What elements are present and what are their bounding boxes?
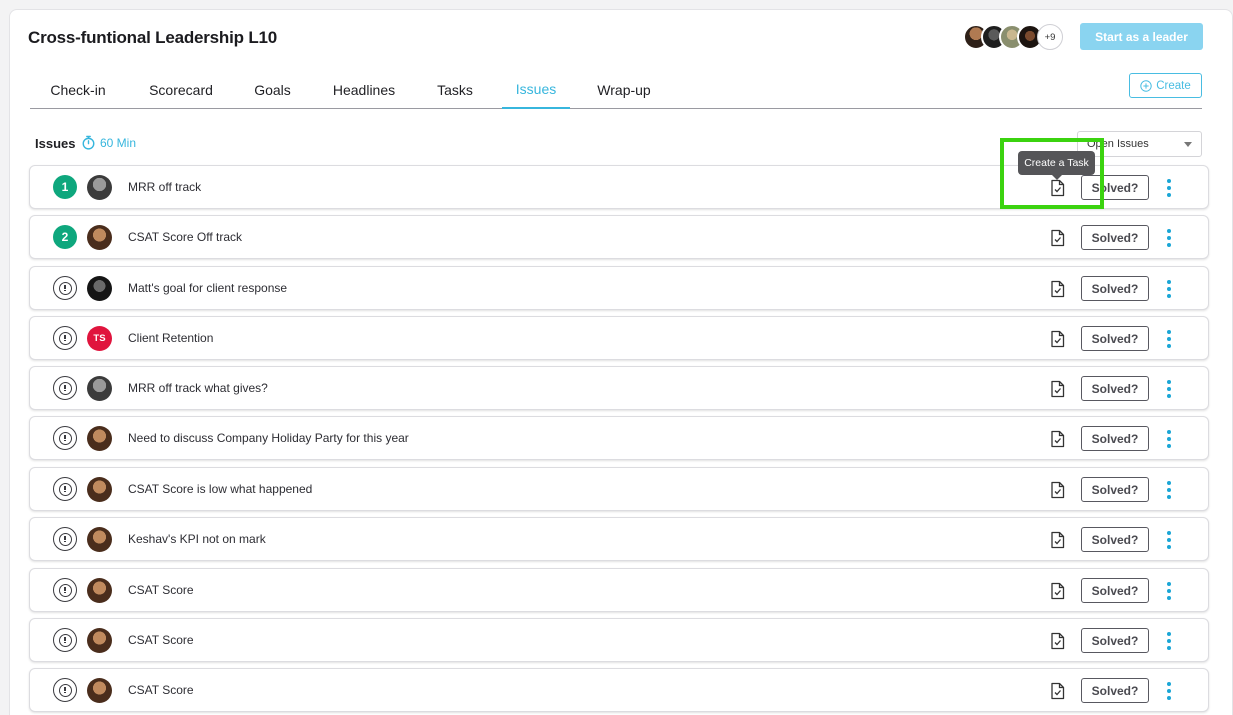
- unranked-issue-icon[interactable]: [53, 326, 77, 350]
- issue-title[interactable]: Need to discuss Company Holiday Party fo…: [128, 431, 409, 445]
- unranked-issue-icon[interactable]: [53, 678, 77, 702]
- create-task-icon[interactable]: [1049, 430, 1066, 448]
- tab-wrap-up[interactable]: Wrap-up: [591, 71, 657, 108]
- create-task-icon[interactable]: [1049, 179, 1066, 197]
- solved-button[interactable]: Solved?: [1081, 426, 1149, 451]
- issue-row[interactable]: MRR off track what gives? Solved?: [29, 366, 1209, 410]
- issue-title[interactable]: CSAT Score: [128, 633, 194, 647]
- more-options-icon[interactable]: [1164, 530, 1174, 550]
- issue-row[interactable]: CSAT Score Solved?: [29, 668, 1209, 712]
- create-task-icon[interactable]: [1049, 582, 1066, 600]
- create-task-icon[interactable]: [1049, 481, 1066, 499]
- unranked-issue-icon[interactable]: [53, 276, 77, 300]
- create-task-tooltip: Create a Task: [1018, 151, 1095, 180]
- issue-title[interactable]: Matt's goal for client response: [128, 281, 287, 295]
- solved-button[interactable]: Solved?: [1081, 326, 1149, 351]
- issue-title[interactable]: CSAT Score: [128, 683, 194, 697]
- create-task-icon[interactable]: [1049, 531, 1066, 549]
- issue-title[interactable]: Keshav's KPI not on mark: [128, 532, 266, 546]
- owner-avatar: [87, 527, 112, 552]
- start-as-leader-button[interactable]: Start as a leader: [1080, 23, 1203, 50]
- issue-row[interactable]: Keshav's KPI not on mark Solved?: [29, 517, 1209, 561]
- tab-goals[interactable]: Goals: [246, 71, 299, 108]
- unranked-issue-icon[interactable]: [53, 376, 77, 400]
- issue-title[interactable]: CSAT Score: [128, 583, 194, 597]
- solved-button[interactable]: Solved?: [1081, 527, 1149, 552]
- create-task-icon[interactable]: [1049, 280, 1066, 298]
- unranked-issue-icon[interactable]: [53, 477, 77, 501]
- owner-avatar: [87, 175, 112, 200]
- solved-button[interactable]: Solved?: [1081, 276, 1149, 301]
- owner-avatar: [87, 477, 112, 502]
- solved-button[interactable]: Solved?: [1081, 628, 1149, 653]
- issues-heading: Issues: [35, 136, 76, 151]
- issues-filter-value: Open Issues: [1087, 138, 1149, 150]
- owner-avatar: [87, 376, 112, 401]
- issue-row[interactable]: CSAT Score Solved?: [29, 568, 1209, 612]
- timer-label: 60 Min: [100, 135, 137, 150]
- more-options-icon[interactable]: [1164, 279, 1174, 299]
- attendee-avatars[interactable]: +9: [963, 24, 1063, 50]
- stopwatch-icon: [82, 135, 95, 150]
- owner-initials-avatar: TS: [87, 326, 112, 351]
- issues-timer: 60 Min: [81, 135, 136, 150]
- tab-check-in[interactable]: Check-in: [40, 71, 116, 108]
- unranked-issue-icon[interactable]: [53, 426, 77, 450]
- solved-button[interactable]: Solved?: [1081, 477, 1149, 502]
- solved-button[interactable]: Solved?: [1081, 225, 1149, 250]
- unranked-issue-icon[interactable]: [53, 578, 77, 602]
- solved-button[interactable]: Solved?: [1081, 578, 1149, 603]
- unranked-issue-icon[interactable]: [53, 628, 77, 652]
- more-options-icon[interactable]: [1164, 379, 1174, 399]
- owner-avatar: [87, 628, 112, 653]
- create-task-icon[interactable]: [1049, 229, 1066, 247]
- plus-circle-icon: [1140, 79, 1152, 92]
- more-attendees-count[interactable]: +9: [1037, 24, 1063, 50]
- tab-scorecard[interactable]: Scorecard: [140, 71, 222, 108]
- issue-row[interactable]: CSAT Score Solved?: [29, 618, 1209, 662]
- more-options-icon[interactable]: [1164, 178, 1174, 198]
- tab-tasks[interactable]: Tasks: [429, 71, 481, 108]
- more-options-icon[interactable]: [1164, 329, 1174, 349]
- create-task-icon[interactable]: [1049, 632, 1066, 650]
- issue-title[interactable]: MRR off track: [128, 180, 201, 194]
- solved-button[interactable]: Solved?: [1081, 376, 1149, 401]
- issue-row[interactable]: CSAT Score is low what happened Solved?: [29, 467, 1209, 511]
- create-button[interactable]: Create: [1129, 73, 1202, 98]
- more-options-icon[interactable]: [1164, 480, 1174, 500]
- create-task-icon[interactable]: [1049, 682, 1066, 700]
- tab-headlines[interactable]: Headlines: [324, 71, 404, 108]
- create-button-label: Create: [1156, 79, 1191, 92]
- more-options-icon[interactable]: [1164, 631, 1174, 651]
- issue-title[interactable]: MRR off track what gives?: [128, 381, 268, 395]
- issue-title[interactable]: Client Retention: [128, 331, 213, 345]
- more-options-icon[interactable]: [1164, 228, 1174, 248]
- solved-button[interactable]: Solved?: [1081, 678, 1149, 703]
- create-task-icon[interactable]: [1049, 380, 1066, 398]
- create-task-icon[interactable]: [1049, 330, 1066, 348]
- issue-row[interactable]: Matt's goal for client response Solved?: [29, 266, 1209, 310]
- unranked-issue-icon[interactable]: [53, 527, 77, 551]
- chevron-down-icon: [1184, 142, 1192, 147]
- issue-rank-badge: 2: [53, 225, 77, 249]
- page-title: Cross-funtional Leadership L10: [28, 28, 278, 47]
- owner-avatar: [87, 426, 112, 451]
- issue-rank-badge: 1: [53, 175, 77, 199]
- issue-row[interactable]: 2 CSAT Score Off track Solved?: [29, 215, 1209, 259]
- more-options-icon[interactable]: [1164, 429, 1174, 449]
- tab-issues[interactable]: Issues: [502, 71, 570, 109]
- more-options-icon[interactable]: [1164, 581, 1174, 601]
- meeting-tabs: Check-in Scorecard Goals Headlines Tasks…: [30, 71, 1202, 109]
- issue-row[interactable]: Need to discuss Company Holiday Party fo…: [29, 416, 1209, 460]
- issues-filter-select[interactable]: Open Issues: [1077, 131, 1202, 157]
- owner-avatar: [87, 578, 112, 603]
- issue-row[interactable]: TS Client Retention Solved?: [29, 316, 1209, 360]
- issue-title[interactable]: CSAT Score Off track: [128, 230, 242, 244]
- owner-avatar: [87, 276, 112, 301]
- solved-button[interactable]: Solved?: [1081, 175, 1149, 200]
- owner-avatar: [87, 225, 112, 250]
- issue-title[interactable]: CSAT Score is low what happened: [128, 482, 312, 496]
- more-options-icon[interactable]: [1164, 681, 1174, 701]
- owner-avatar: [87, 678, 112, 703]
